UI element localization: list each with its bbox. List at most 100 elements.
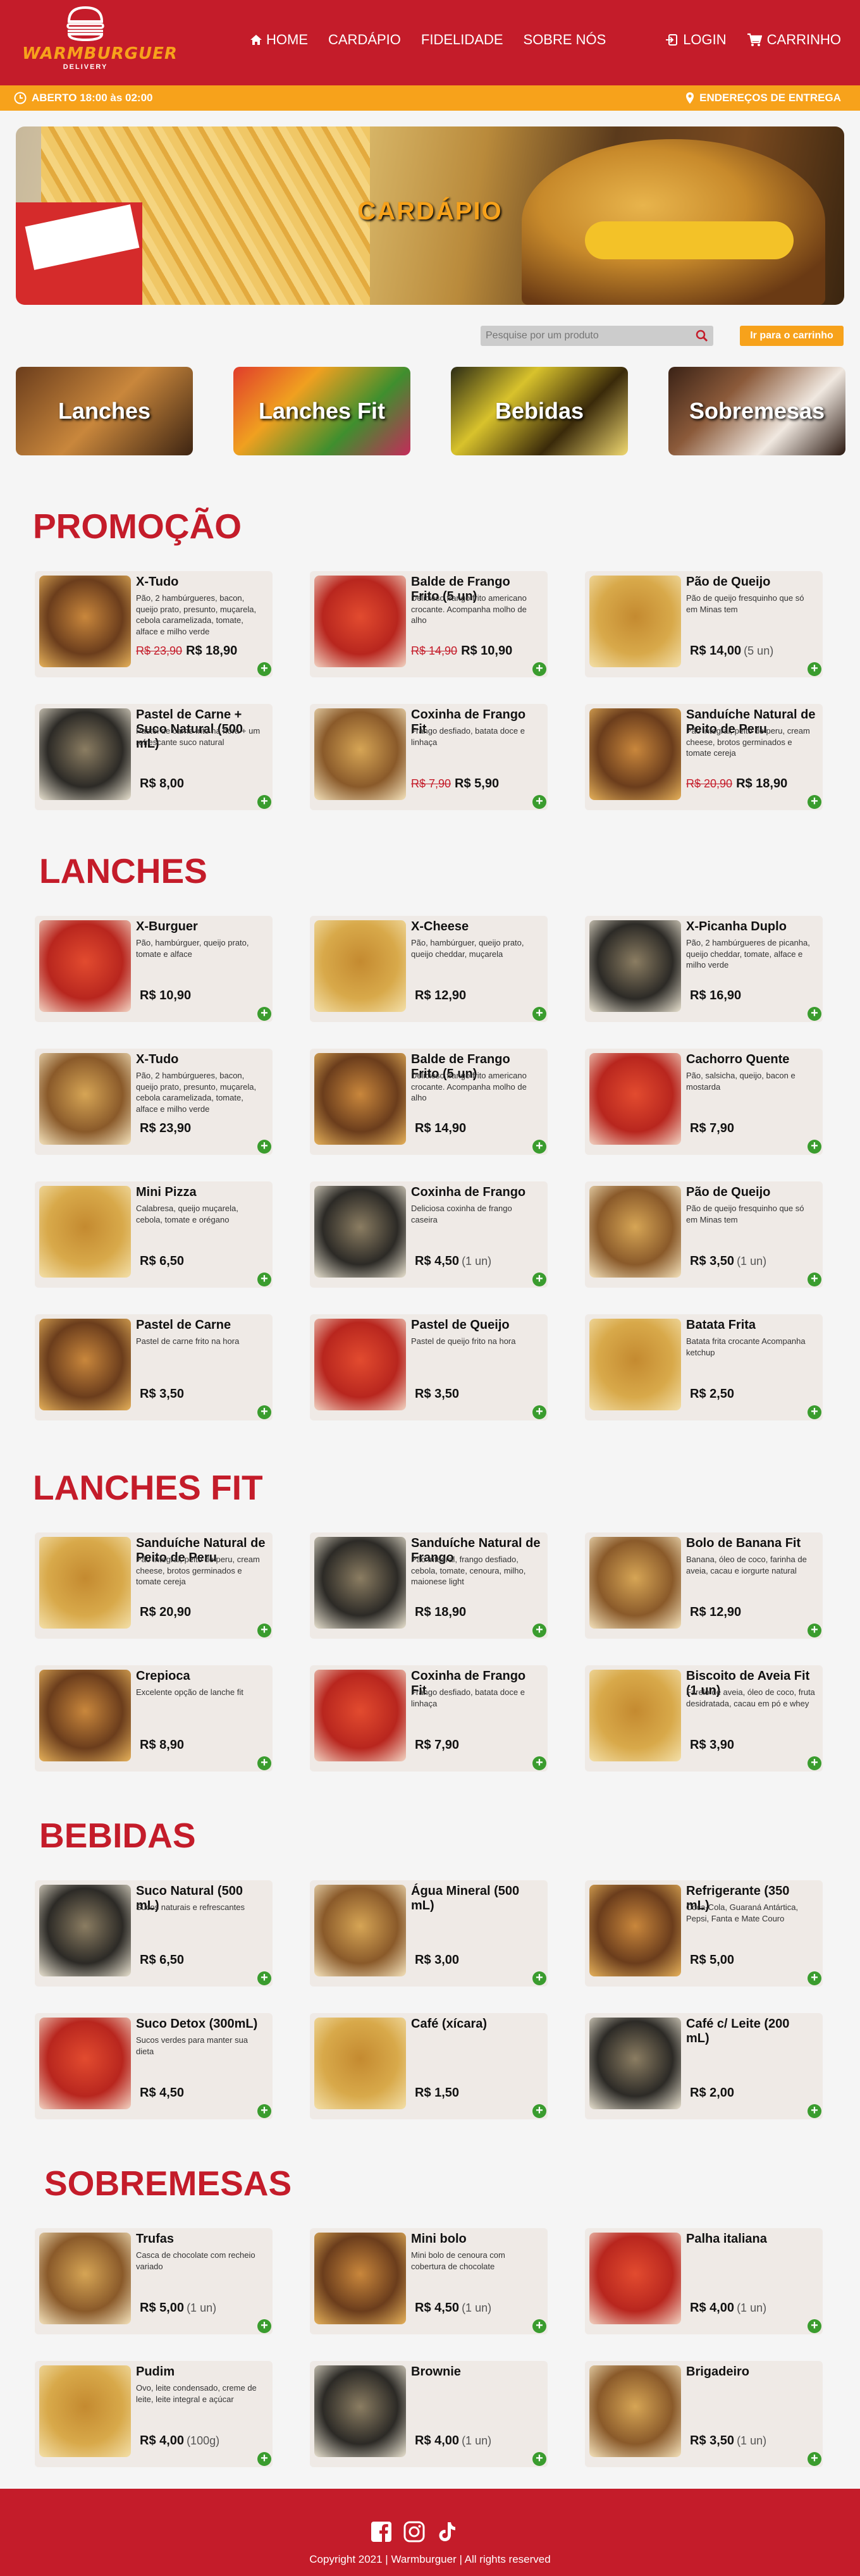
menu-item-card[interactable]: Refrigerante (350 mL) Coca-Cola, Guaraná … bbox=[585, 1880, 823, 1987]
add-to-cart-icon[interactable]: + bbox=[532, 1971, 546, 1985]
add-to-cart-icon[interactable]: + bbox=[257, 2319, 271, 2333]
menu-item-card[interactable]: Balde de Frango Frito (5 un) Delicioso fr… bbox=[310, 1049, 548, 1155]
add-to-cart-icon[interactable]: + bbox=[257, 1273, 271, 1286]
add-to-cart-icon[interactable]: + bbox=[532, 662, 546, 676]
menu-item-card[interactable]: Suco Detox (300mL) Sucos verdes para mant… bbox=[35, 2013, 273, 2119]
add-to-cart-icon[interactable]: + bbox=[532, 1007, 546, 1021]
add-to-cart-icon[interactable]: + bbox=[808, 1140, 821, 1154]
menu-item-card[interactable]: X-Tudo Pão, 2 hambúrgueres, bacon, queijo… bbox=[35, 1049, 273, 1155]
add-to-cart-icon[interactable]: + bbox=[808, 2104, 821, 2118]
menu-item-card[interactable]: Trufas Casca de chocolate com recheio var… bbox=[35, 2228, 273, 2334]
menu-item-card[interactable]: Crepioca Excelente opção de lanche fit R$ … bbox=[35, 1665, 273, 1772]
add-to-cart-icon[interactable]: + bbox=[532, 2104, 546, 2118]
add-to-cart-icon[interactable]: + bbox=[808, 2319, 821, 2333]
cart-link[interactable]: CARRINHO bbox=[747, 32, 841, 48]
add-to-cart-icon[interactable]: + bbox=[808, 1756, 821, 1770]
menu-item-description: Pão, 2 hambúrgueres, bacon, queijo prato… bbox=[136, 1071, 257, 1114]
category-bebidas[interactable]: Bebidas bbox=[451, 367, 628, 455]
add-to-cart-icon[interactable]: + bbox=[808, 1971, 821, 1985]
menu-item-card[interactable]: Pão de Queijo Pão de queijo fresquinho qu… bbox=[585, 571, 823, 677]
menu-item-price-row: R$ 23,90 R$ 18,90 bbox=[136, 644, 240, 658]
menu-item-price: R$ 5,90 bbox=[455, 777, 500, 791]
menu-item-card[interactable]: Pastel de Carne Pastel de carne frito na … bbox=[35, 1314, 273, 1420]
add-to-cart-icon[interactable]: + bbox=[532, 1273, 546, 1286]
menu-item-description: Ovo, leite condensado, creme de leite, l… bbox=[136, 2383, 257, 2404]
category-lanches-fit[interactable]: Lanches Fit bbox=[233, 367, 410, 455]
nav-home[interactable]: HOME bbox=[250, 32, 308, 48]
menu-item-card[interactable]: Água Mineral (500 mL) R$ 3,00 + bbox=[310, 1880, 548, 1987]
add-to-cart-icon[interactable]: + bbox=[257, 1624, 271, 1637]
menu-item-card[interactable]: Pastel de Queijo Pastel de queijo frito n… bbox=[310, 1314, 548, 1420]
delivery-addresses-link[interactable]: ENDEREÇOS DE ENTREGA bbox=[685, 92, 841, 104]
add-to-cart-icon[interactable]: + bbox=[808, 1405, 821, 1419]
login-link[interactable]: LOGIN bbox=[665, 32, 727, 48]
add-to-cart-icon[interactable]: + bbox=[532, 1756, 546, 1770]
section-title: SOBREMESAS bbox=[44, 2164, 292, 2203]
add-to-cart-icon[interactable]: + bbox=[257, 1140, 271, 1154]
menu-item-card[interactable]: Balde de Frango Frito (5 un) Delicioso fr… bbox=[310, 571, 548, 677]
add-to-cart-icon[interactable]: + bbox=[257, 2104, 271, 2118]
menu-item-card[interactable]: Mini Pizza Calabresa, queijo muçarela, ce… bbox=[35, 1181, 273, 1288]
menu-item-card[interactable]: Cachorro Quente Pão, salsicha, queijo, ba… bbox=[585, 1049, 823, 1155]
menu-item-card[interactable]: Biscoito de Aveia Fit (1 un) Farelo de av… bbox=[585, 1665, 823, 1772]
menu-item-description: Pão de queijo fresquinho que só em Minas… bbox=[686, 1204, 804, 1224]
tiktok-icon[interactable] bbox=[436, 2520, 458, 2546]
add-to-cart-icon[interactable]: + bbox=[257, 1405, 271, 1419]
menu-item-card[interactable]: Pão de Queijo Pão de queijo fresquinho qu… bbox=[585, 1181, 823, 1288]
add-to-cart-icon[interactable]: + bbox=[808, 1624, 821, 1637]
add-to-cart-icon[interactable]: + bbox=[808, 1007, 821, 1021]
category-lanches[interactable]: Lanches bbox=[16, 367, 193, 455]
add-to-cart-icon[interactable]: + bbox=[257, 1007, 271, 1021]
menu-item-price: R$ 4,50 bbox=[415, 1254, 460, 1268]
menu-item-card[interactable]: Suco Natural (500 mL) Sucos naturais e re… bbox=[35, 1880, 273, 1987]
menu-item-card[interactable]: Brownie R$ 4,00 (1 un) + bbox=[310, 2361, 548, 2467]
menu-item-description: Pão, hambúrguer, queijo prato, tomate e … bbox=[136, 938, 249, 959]
menu-item-card[interactable]: X-Burguer Pão, hambúrguer, queijo prato, … bbox=[35, 916, 273, 1022]
instagram-icon[interactable] bbox=[403, 2520, 426, 2546]
search-icon[interactable] bbox=[696, 330, 708, 345]
category-lanches-label: Lanches bbox=[58, 398, 151, 424]
add-to-cart-icon[interactable]: + bbox=[257, 1756, 271, 1770]
add-to-cart-icon[interactable]: + bbox=[257, 662, 271, 676]
menu-item-image bbox=[314, 708, 406, 800]
add-to-cart-icon[interactable]: + bbox=[532, 2319, 546, 2333]
menu-item-card[interactable]: Sanduíche Natural de Peito de Peru Pão in… bbox=[585, 704, 823, 810]
menu-item-card[interactable]: Café (xícara) R$ 1,50 + bbox=[310, 2013, 548, 2119]
menu-item-card[interactable]: Sanduíche Natural de Frango Pão integral,… bbox=[310, 1532, 548, 1639]
brand-logo[interactable]: WARMBURGUER DELIVERY bbox=[22, 5, 177, 84]
menu-item-card[interactable]: Café c/ Leite (200 mL) R$ 2,00 + bbox=[585, 2013, 823, 2119]
nav-fidelidade[interactable]: FIDELIDADE bbox=[421, 32, 503, 48]
add-to-cart-icon[interactable]: + bbox=[532, 2452, 546, 2466]
add-to-cart-icon[interactable]: + bbox=[808, 1273, 821, 1286]
menu-item-card[interactable]: Coxinha de Frango Fit Frango desfiado, ba… bbox=[310, 704, 548, 810]
menu-item-card[interactable]: Coxinha de Frango Deliciosa coxinha de fr… bbox=[310, 1181, 548, 1288]
menu-item-card[interactable]: Coxinha de Frango Fit Frango desfiado, ba… bbox=[310, 1665, 548, 1772]
add-to-cart-icon[interactable]: + bbox=[257, 795, 271, 809]
facebook-icon[interactable] bbox=[370, 2520, 393, 2546]
menu-item-card[interactable]: X-Cheese Pão, hambúrguer, queijo prato, q… bbox=[310, 916, 548, 1022]
add-to-cart-icon[interactable]: + bbox=[808, 795, 821, 809]
add-to-cart-icon[interactable]: + bbox=[257, 2452, 271, 2466]
add-to-cart-icon[interactable]: + bbox=[257, 1971, 271, 1985]
add-to-cart-icon[interactable]: + bbox=[532, 795, 546, 809]
add-to-cart-icon[interactable]: + bbox=[808, 662, 821, 676]
menu-item-card[interactable]: Palha italiana R$ 4,00 (1 un) + bbox=[585, 2228, 823, 2334]
search-input[interactable] bbox=[486, 329, 688, 343]
menu-item-card[interactable]: Pastel de Carne + Suco Natural (500 mL) P… bbox=[35, 704, 273, 810]
category-sobremesas[interactable]: Sobremesas bbox=[668, 367, 845, 455]
menu-item-card[interactable]: Mini bolo Mini bolo de cenoura com cobert… bbox=[310, 2228, 548, 2334]
menu-item-card[interactable]: X-Tudo Pão, 2 hambúrgueres, bacon, queijo… bbox=[35, 571, 273, 677]
add-to-cart-icon[interactable]: + bbox=[808, 2452, 821, 2466]
menu-item-card[interactable]: Bolo de Banana Fit Banana, óleo de coco, … bbox=[585, 1532, 823, 1639]
menu-item-card[interactable]: Brigadeiro R$ 3,50 (1 un) + bbox=[585, 2361, 823, 2467]
add-to-cart-icon[interactable]: + bbox=[532, 1140, 546, 1154]
menu-item-card[interactable]: Sanduíche Natural de Peito de Peru Pão in… bbox=[35, 1532, 273, 1639]
nav-sobre-nos[interactable]: SOBRE NÓS bbox=[524, 32, 606, 48]
menu-item-card[interactable]: Batata Frita Batata frita crocante Acompa… bbox=[585, 1314, 823, 1420]
add-to-cart-icon[interactable]: + bbox=[532, 1624, 546, 1637]
nav-cardapio[interactable]: CARDÁPIO bbox=[328, 32, 401, 48]
menu-item-card[interactable]: Pudim Ovo, leite condensado, creme de lei… bbox=[35, 2361, 273, 2467]
go-to-cart-button[interactable]: Ir para o carrinho bbox=[740, 326, 844, 346]
menu-item-card[interactable]: X-Picanha Duplo Pão, 2 hambúrgueres de pi… bbox=[585, 916, 823, 1022]
add-to-cart-icon[interactable]: + bbox=[532, 1405, 546, 1419]
